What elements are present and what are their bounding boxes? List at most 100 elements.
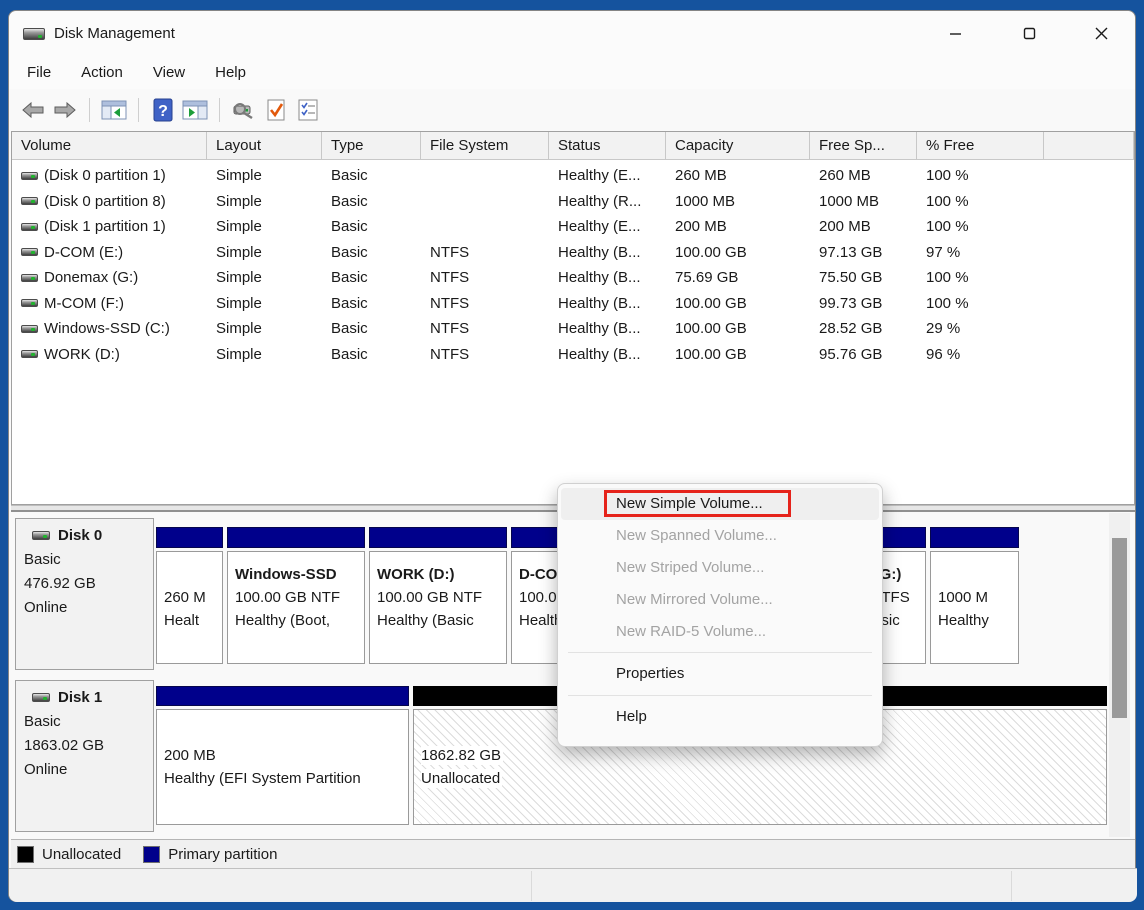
column-header-free-space[interactable]: Free Sp... [810,132,917,160]
table-row[interactable]: (Disk 0 partition 1) Simple Basic Health… [12,163,1134,189]
minimize-icon [949,27,962,40]
partition-disk0-recovery[interactable]: 1000 M Healthy [930,527,1019,664]
partition-work[interactable]: WORK (D:) 100.00 GB NTF Healthy (Basic [369,527,507,664]
menu-help[interactable]: Help [211,62,250,83]
disk-type: Basic [24,548,153,572]
menu-item-properties[interactable]: Properties [558,657,882,691]
table-row[interactable]: (Disk 0 partition 8) Simple Basic Health… [12,189,1134,215]
menu-item-new-spanned-volume: New Spanned Volume... [558,520,882,552]
rescan-disks-icon [231,98,257,122]
toolbar: ? [9,89,1135,131]
table-row[interactable]: D-COM (E:) Simple Basic NTFS Healthy (B.… [12,240,1134,266]
window-title: Disk Management [54,25,175,42]
check-document-icon [265,98,287,122]
toolbar-separator [89,98,90,122]
table-row[interactable]: M-COM (F:) Simple Basic NTFS Healthy (B.… [12,291,1134,317]
volume-icon [21,172,38,180]
disk-type: Basic [24,710,153,734]
task-list-icon [297,98,319,122]
maximize-button[interactable] [1005,15,1053,51]
menu-separator [568,652,872,653]
context-menu: New Simple Volume... New Spanned Volume.… [557,483,883,747]
back-button[interactable] [19,96,47,124]
volume-list-rows: (Disk 0 partition 1) Simple Basic Health… [12,163,1134,367]
menu-item-help[interactable]: Help [558,700,882,734]
console-tree-icon [101,98,127,122]
svg-text:?: ? [158,103,168,120]
forward-icon [53,98,77,122]
partition-color-bar [369,527,507,548]
column-header-layout[interactable]: Layout [207,132,322,160]
disk-pane-scrollbar[interactable] [1109,513,1130,837]
menu-file[interactable]: File [23,62,55,83]
forward-button[interactable] [51,96,79,124]
disk-0-panel[interactable]: Disk 0 Basic 476.92 GB Online [15,518,154,670]
menu-bar: File Action View Help [9,56,1135,89]
volume-icon [21,248,38,256]
menu-item-new-striped-volume: New Striped Volume... [558,552,882,584]
table-row[interactable]: WORK (D:) Simple Basic NTFS Healthy (B..… [12,342,1134,368]
show-console-tree-button[interactable] [100,96,128,124]
volume-icon [21,325,38,333]
legend-label-unallocated: Unallocated [42,846,121,863]
rescan-disks-button[interactable] [230,96,258,124]
volume-icon [21,350,38,358]
column-header-capacity[interactable]: Capacity [666,132,810,160]
back-icon [21,98,45,122]
annotation-highlight-box [604,490,791,517]
minimize-button[interactable] [931,15,979,51]
disk-management-icon [23,28,45,40]
disk-size: 476.92 GB [24,572,153,596]
volume-icon [21,274,38,282]
task-list-button[interactable] [294,96,322,124]
toolbar-separator [219,98,220,122]
unallocated-swatch [17,846,34,863]
status-bar [9,868,1137,902]
partition-disk0-efi[interactable]: 260 M Healt [156,527,223,664]
action-pane-icon [182,98,208,122]
status-bar-separator [1011,871,1012,901]
disk-icon [32,693,50,702]
column-header-status[interactable]: Status [549,132,666,160]
table-row[interactable]: (Disk 1 partition 1) Simple Basic Health… [12,214,1134,240]
show-action-pane-button[interactable] [181,96,209,124]
menu-action[interactable]: Action [77,62,127,83]
column-header-pct-free[interactable]: % Free [917,132,1044,160]
help-button[interactable]: ? [149,96,177,124]
disk-size: 1863.02 GB [24,734,153,758]
volume-icon [21,197,38,205]
primary-partition-swatch [143,846,160,863]
table-row[interactable]: Windows-SSD (C:) Simple Basic NTFS Healt… [12,316,1134,342]
partition-color-bar [227,527,365,548]
column-header-volume[interactable]: Volume [12,132,207,160]
column-header-type[interactable]: Type [322,132,421,160]
disk-management-window: Disk Management File Action View Help [8,10,1136,902]
status-bar-separator [531,871,532,901]
table-row[interactable]: Donemax (G:) Simple Basic NTFS Healthy (… [12,265,1134,291]
desktop-background: Disk Management File Action View Help [0,0,1144,910]
disk-1-panel[interactable]: Disk 1 Basic 1863.02 GB Online [15,680,154,832]
menu-item-new-raid5-volume: New RAID-5 Volume... [558,616,882,648]
menu-view[interactable]: View [149,62,189,83]
partition-color-bar [930,527,1019,548]
legend-label-primary-partition: Primary partition [168,846,277,863]
volume-list-pane: Volume Layout Type File System Status Ca… [11,131,1135,505]
menu-item-new-mirrored-volume: New Mirrored Volume... [558,584,882,616]
close-button[interactable] [1077,15,1125,51]
menu-separator [568,695,872,696]
partition-disk1-efi[interactable]: 200 MB Healthy (EFI System Partition [156,686,409,825]
column-header-filler [1044,132,1134,160]
close-icon [1095,27,1108,40]
column-header-file-system[interactable]: File System [421,132,549,160]
disk-state: Online [24,596,153,620]
partition-windows-ssd[interactable]: Windows-SSD 100.00 GB NTF Healthy (Boot, [227,527,365,664]
check-document-button[interactable] [262,96,290,124]
scrollbar-thumb[interactable] [1112,538,1127,718]
maximize-icon [1023,27,1036,40]
disk-state: Online [24,758,153,782]
partition-color-bar [156,686,409,706]
title-bar: Disk Management [9,11,1135,56]
volume-icon [21,299,38,307]
volume-list-header: Volume Layout Type File System Status Ca… [12,132,1134,160]
partition-color-bar [156,527,223,548]
